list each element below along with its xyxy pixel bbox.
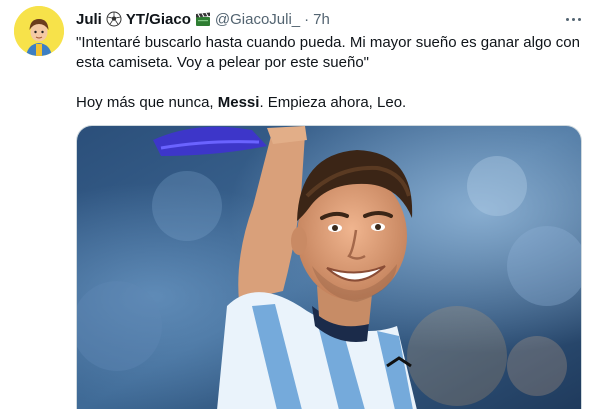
more-options-icon[interactable] (560, 9, 586, 29)
tweet-quote: "Intentaré buscarlo hasta cuando pueda. … (76, 34, 580, 71)
tweet-bold-name: Messi (217, 94, 260, 111)
avatar[interactable] (14, 6, 64, 56)
tweet-media-image[interactable] (76, 125, 582, 409)
tweet-line-2-start: Hoy más que nunca, (76, 94, 218, 111)
timestamp[interactable]: 7h (313, 11, 330, 28)
avatar-cartoon-icon (14, 6, 64, 56)
display-name-text: Juli (76, 10, 102, 28)
tweet-text: "Intentaré buscarlo hasta cuando pueda. … (76, 33, 586, 113)
display-name-suffix: YT/Giaco (125, 10, 191, 28)
tweet-line-2: Hoy más que nunca, Messi. Empieza ahora,… (76, 93, 586, 113)
soccer-ball-icon (106, 11, 122, 27)
display-name[interactable]: Juli YT/Giaco (76, 11, 211, 28)
clapperboard-icon (195, 12, 210, 26)
tweet-line-2-end: . Empieza ahora, Leo. (259, 94, 407, 111)
photo-player-celebrating (77, 126, 581, 409)
tweet[interactable]: Juli YT/Giaco @GiacoJuli_ · 7h "Intentar… (0, 0, 600, 409)
separator-dot: · (304, 10, 310, 28)
user-handle[interactable]: @GiacoJuli_ (215, 11, 300, 28)
tweet-header: Juli YT/Giaco @GiacoJuli_ · 7h (76, 9, 330, 29)
